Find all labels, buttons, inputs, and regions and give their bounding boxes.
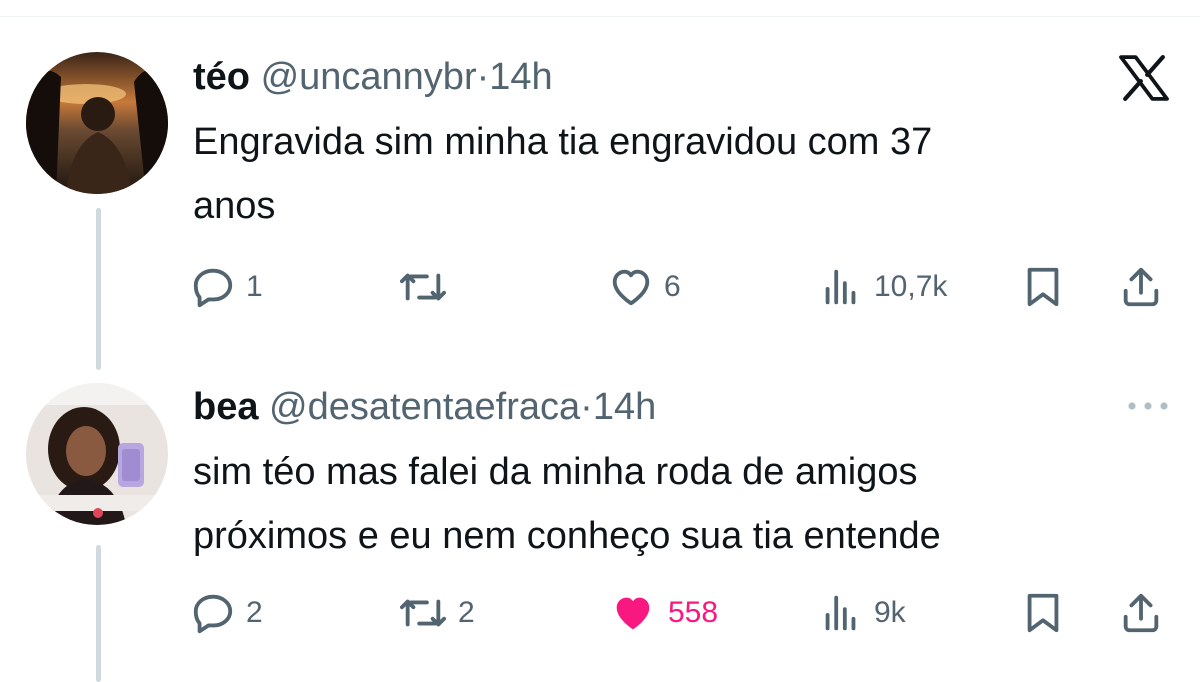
- tweet-text: sim téo mas falei da minha roda de amigo…: [193, 440, 1153, 568]
- thread-connector-line: [96, 545, 101, 682]
- share-icon: [1123, 593, 1159, 633]
- like-icon: [612, 269, 650, 306]
- thread-connector-line: [96, 208, 101, 370]
- views-icon: [825, 269, 856, 305]
- bookmark-icon: [1027, 593, 1059, 633]
- view-count: 9k: [874, 596, 906, 629]
- reply-icon: [193, 268, 233, 308]
- like-count: 6: [664, 270, 681, 303]
- share-icon: [1123, 267, 1159, 307]
- like-button[interactable]: 558: [608, 588, 718, 638]
- views-button[interactable]: 9k: [818, 588, 906, 638]
- retweet-icon: [399, 599, 446, 627]
- like-button[interactable]: 6: [608, 262, 681, 312]
- bookmark-icon: [1027, 267, 1059, 307]
- reply-button[interactable]: 1: [190, 262, 263, 312]
- separator: ·: [580, 386, 593, 428]
- reply-icon: [193, 594, 233, 634]
- user-handle[interactable]: @desatentaefraca: [269, 386, 580, 428]
- timestamp[interactable]: 14h: [593, 386, 656, 428]
- retweet-button[interactable]: 2: [398, 588, 475, 638]
- avatar[interactable]: [26, 383, 168, 525]
- action-bar: 2 2 558 9k: [190, 588, 1180, 638]
- avatar[interactable]: [26, 52, 168, 194]
- share-button[interactable]: [1118, 588, 1164, 638]
- x-logo-icon: [1119, 55, 1169, 101]
- tweet-header: bea @desatentaefraca·14h: [193, 384, 656, 430]
- display-name[interactable]: téo: [193, 56, 250, 98]
- bookmark-button[interactable]: [1020, 588, 1066, 638]
- tweet-header: téo @uncannybr·14h: [193, 54, 553, 100]
- tweet-text: Engravida sim minha tia engravidou com 3…: [193, 110, 1153, 238]
- action-bar: 1 6 10,7k: [190, 262, 1180, 312]
- tweet-text-line: próximos e eu nem conheço sua tia entend…: [193, 515, 941, 557]
- user-handle[interactable]: @uncannybr: [261, 56, 477, 98]
- bookmark-button[interactable]: [1020, 262, 1066, 312]
- display-name[interactable]: bea: [193, 386, 258, 428]
- like-count: 558: [668, 596, 719, 629]
- top-divider: [0, 16, 1200, 17]
- reply-count: 2: [246, 596, 263, 629]
- tweet-text-line: anos: [193, 185, 276, 227]
- tweet-text-line: Engravida sim minha tia engravidou com 3…: [193, 121, 933, 163]
- views-icon: [825, 595, 856, 631]
- like-icon: [616, 597, 650, 630]
- view-count: 10,7k: [874, 270, 948, 303]
- retweet-button[interactable]: [398, 262, 458, 312]
- views-button[interactable]: 10,7k: [818, 262, 947, 312]
- more-options-icon[interactable]: [1126, 400, 1170, 412]
- retweet-icon: [399, 273, 446, 301]
- share-button[interactable]: [1118, 262, 1164, 312]
- reply-button[interactable]: 2: [190, 588, 263, 638]
- retweet-count: 2: [458, 596, 475, 629]
- timestamp[interactable]: 14h: [489, 56, 552, 98]
- separator: ·: [476, 56, 490, 98]
- tweet-text-line: sim téo mas falei da minha roda de amigo…: [193, 451, 918, 493]
- reply-count: 1: [246, 270, 263, 303]
